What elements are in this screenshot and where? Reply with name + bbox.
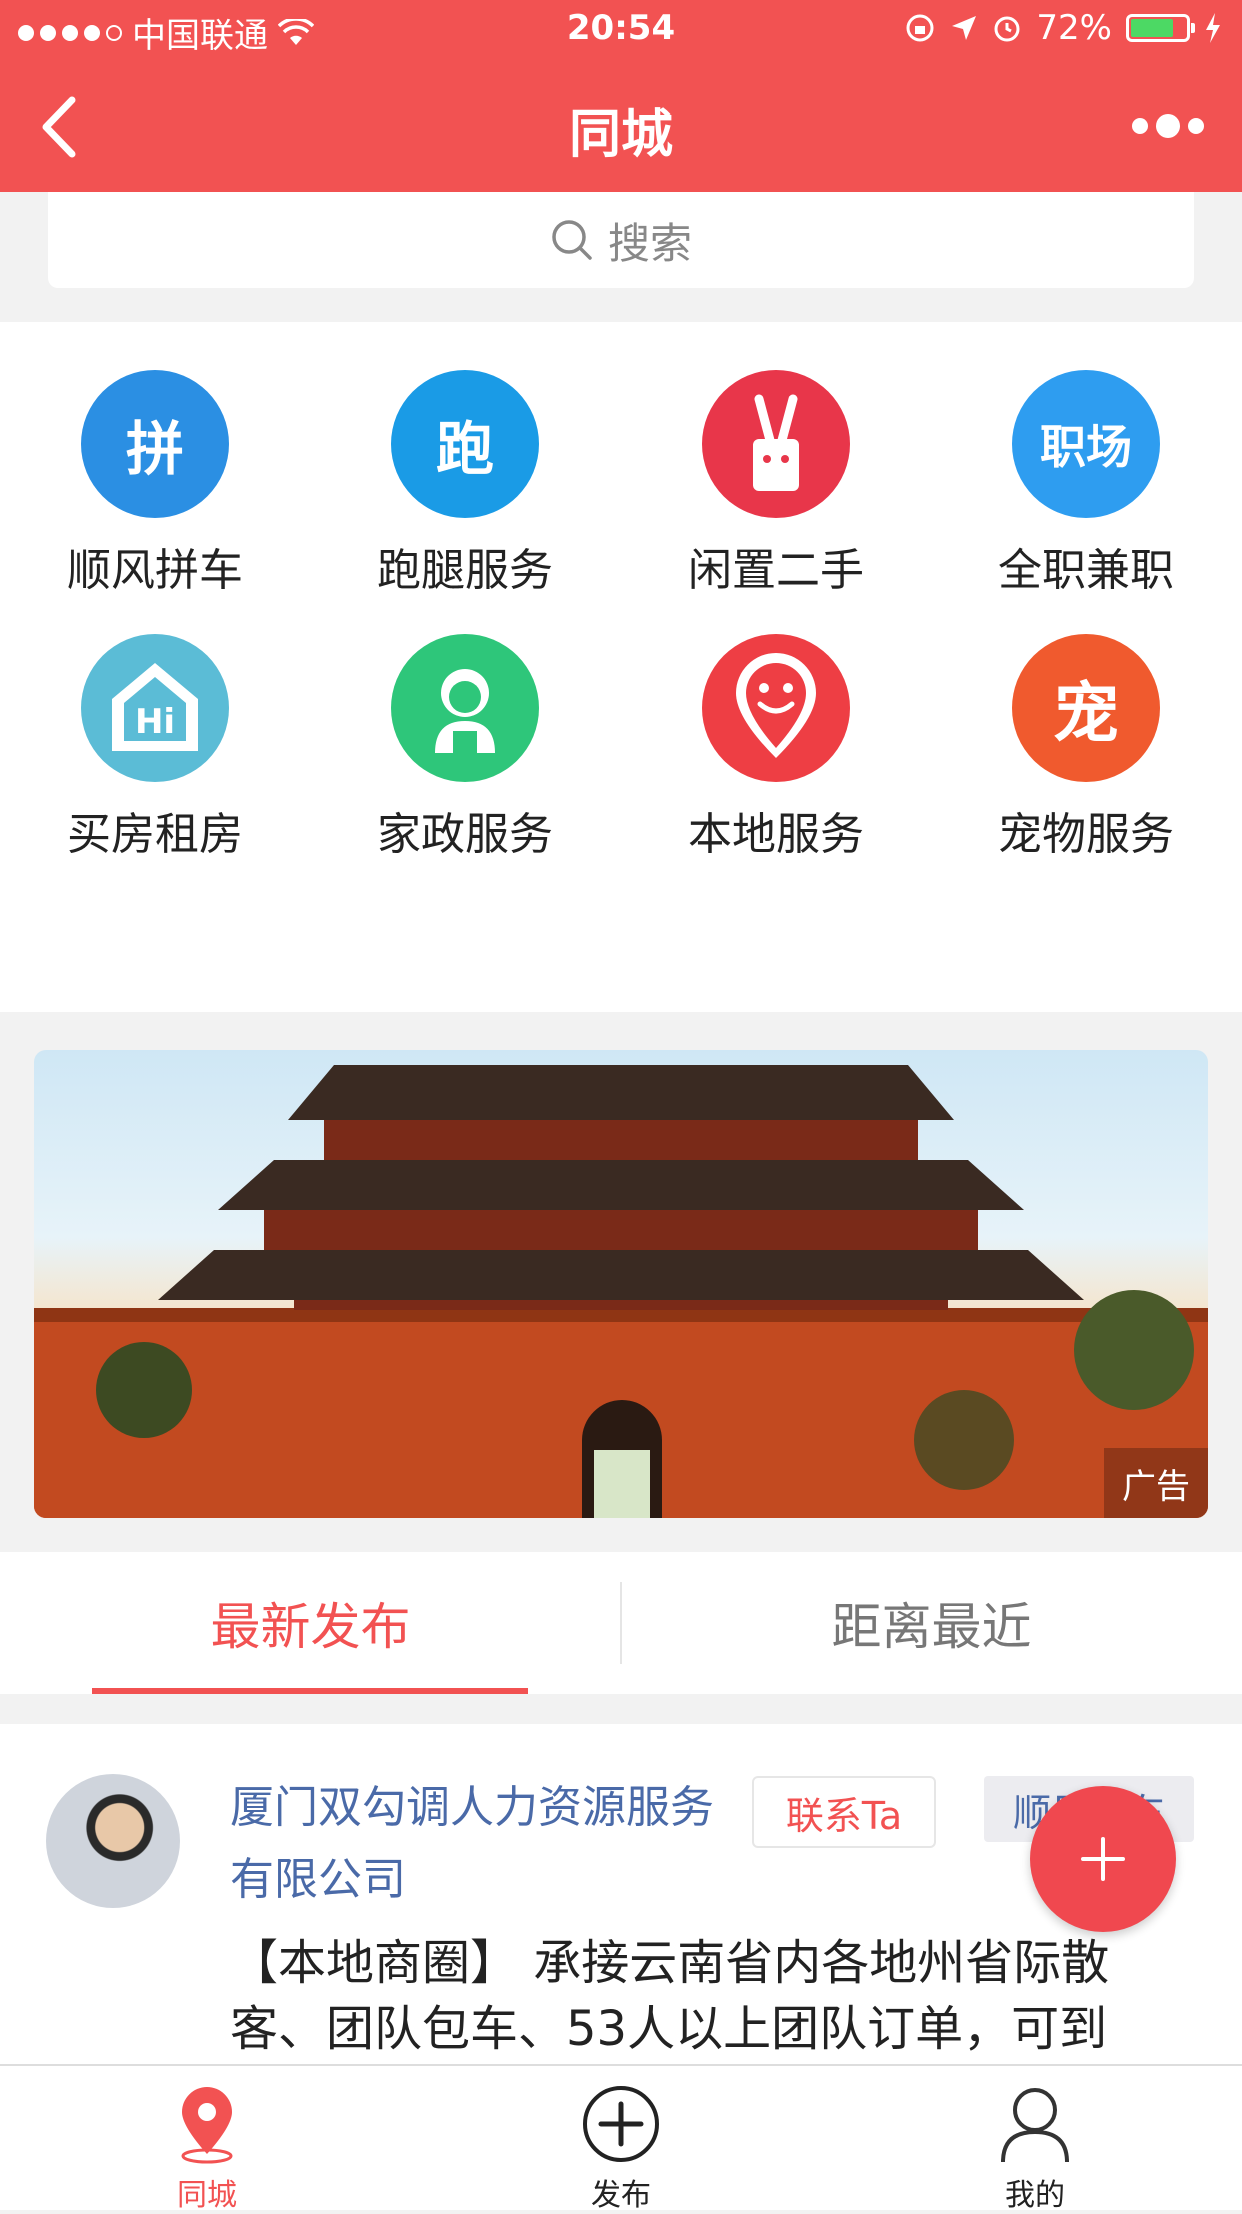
bottom-tab-bar: 同城 发布 我的 (0, 2064, 1242, 2213)
nav-bar: 同城 (0, 62, 1242, 192)
location-pin-icon (181, 2087, 233, 2164)
job-icon: 职场 (1012, 370, 1160, 518)
category-grid: 拼 顺风拼车 跑 跑腿服务 闲置二手 职场 全职兼职 Hi 买房租房 家政服务 … (0, 322, 1242, 1226)
ad-banner[interactable]: 广告 (34, 1050, 1208, 1518)
svg-text:Hi: Hi (135, 702, 175, 742)
category-label: 宠物服务 (998, 809, 1174, 860)
charging-icon (1206, 13, 1220, 43)
tab-mine-label: 我的 (1005, 2178, 1065, 2213)
search-area: 搜索 (0, 192, 1242, 322)
page-title: 同城 (568, 105, 673, 165)
feed-tabs: 最新发布 距离最近 (0, 1552, 1242, 1694)
errand-icon: 跑 (391, 370, 539, 518)
avatar[interactable] (46, 1774, 180, 1908)
tab-nearest[interactable]: 距离最近 (621, 1552, 1242, 1694)
house-icon: Hi (81, 634, 229, 782)
pet-icon: 宠 (1012, 634, 1160, 782)
category-label: 买房租房 (67, 809, 243, 860)
tab-home-label: 同城 (177, 2178, 237, 2213)
category-house[interactable]: Hi 买房租房 (0, 586, 310, 860)
category-carpool[interactable]: 拼 顺风拼车 (0, 322, 310, 596)
carpool-icon: 拼 (81, 370, 229, 518)
more-icon (1132, 118, 1148, 134)
local-service-icon (702, 634, 850, 782)
category-label: 本地服务 (688, 809, 864, 860)
post-author[interactable]: 厦门双勾调人力资源服务有限公司 (230, 1772, 740, 1916)
category-job[interactable]: 职场 全职兼职 (931, 322, 1241, 596)
rotation-lock-icon (906, 14, 934, 42)
add-post-button[interactable] (1030, 1786, 1176, 1932)
user-icon (1001, 2088, 1069, 2163)
category-errand[interactable]: 跑 跑腿服务 (310, 322, 620, 596)
category-housekeeping[interactable]: 家政服务 (310, 586, 620, 860)
tab-mine[interactable]: 我的 (828, 2066, 1242, 2213)
ad-label: 广告 (1104, 1448, 1208, 1518)
category-local-service[interactable]: 本地服务 (621, 586, 931, 860)
tab-indicator (92, 1688, 528, 1694)
category-secondhand[interactable]: 闲置二手 (621, 322, 931, 596)
alarm-icon (994, 16, 1020, 42)
tab-publish-label: 发布 (591, 2178, 651, 2213)
status-bar: 中国联通 20:54 72% (0, 0, 1242, 62)
tab-home[interactable]: 同城 (0, 2066, 414, 2213)
banner-image (34, 1065, 1208, 1518)
housekeeping-icon (391, 634, 539, 782)
tab-latest[interactable]: 最新发布 (0, 1552, 621, 1694)
search-placeholder: 搜索 (607, 218, 692, 268)
battery-percent: 72% (1036, 8, 1112, 48)
banner-area: 广告 (0, 1012, 1242, 1552)
contact-button[interactable]: 联系Ta (752, 1776, 936, 1848)
post-text: 【本地商圈】 承接云南省内各地州省际散客、团队包车、53人以上团队订单，可到 (230, 1935, 1110, 2057)
add-circle-icon (583, 2086, 659, 2162)
location-arrow-icon (952, 16, 977, 40)
tab-publish[interactable]: 发布 (414, 2066, 828, 2213)
plus-icon (1081, 1837, 1125, 1881)
category-label: 家政服务 (377, 809, 553, 860)
search-icon (552, 220, 592, 260)
more-button[interactable] (1132, 114, 1204, 138)
search-input[interactable]: 搜索 (48, 192, 1194, 288)
secondhand-icon (702, 370, 850, 518)
battery-icon (1126, 14, 1195, 42)
category-pet[interactable]: 宠 宠物服务 (931, 586, 1241, 860)
